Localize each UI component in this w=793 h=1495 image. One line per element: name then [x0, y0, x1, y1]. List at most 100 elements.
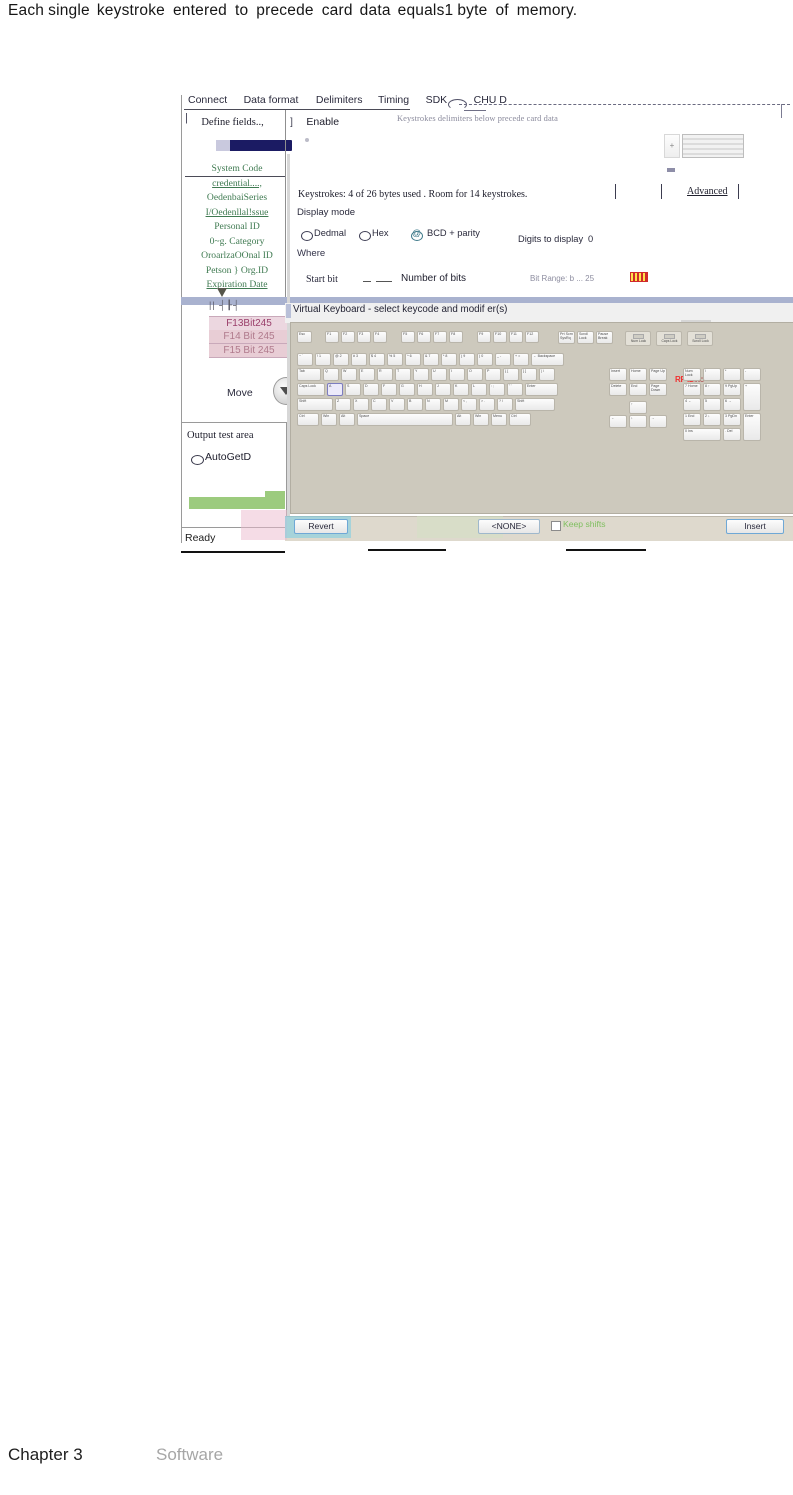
- key-esc[interactable]: Esc: [297, 331, 312, 343]
- field-item-system-code[interactable]: System Code: [185, 162, 289, 177]
- key-home[interactable]: Home: [629, 368, 647, 381]
- key-b[interactable]: B: [407, 398, 423, 411]
- key-win-1[interactable]: Win: [321, 413, 337, 426]
- key-z[interactable]: Z: [335, 398, 351, 411]
- key-o[interactable]: O: [467, 368, 483, 381]
- key-f10[interactable]: F10: [493, 331, 507, 343]
- key-f11[interactable]: F11: [509, 331, 523, 343]
- numpad-6[interactable]: 6 →: [723, 398, 741, 411]
- key-key[interactable]: ? /: [497, 398, 513, 411]
- key-shift-right[interactable]: Shift: [515, 398, 555, 411]
- key-r[interactable]: R: [377, 368, 393, 381]
- key-menu-6[interactable]: Menu: [491, 413, 507, 426]
- digits-to-display-value[interactable]: 0: [588, 234, 593, 244]
- key-key[interactable]: " ': [507, 383, 523, 396]
- key-a[interactable]: A: [327, 383, 343, 396]
- tab-timing[interactable]: Timing: [378, 94, 409, 106]
- key-arrow-left[interactable]: ←: [609, 415, 627, 428]
- key-2[interactable]: @ 2: [333, 353, 349, 366]
- numpad-key[interactable]: -: [743, 368, 761, 381]
- key-pause-break[interactable]: Pause Break: [596, 331, 613, 344]
- field-list[interactable]: System Code credential...., OedenbaiSeri…: [185, 162, 289, 293]
- key-win-5[interactable]: Win: [473, 413, 489, 426]
- tab-data-format[interactable]: Data format: [244, 94, 299, 106]
- key-e[interactable]: E: [359, 368, 375, 381]
- key-f1[interactable]: F1: [325, 331, 339, 343]
- key-9[interactable]: ( 9: [459, 353, 475, 366]
- numpad-1-end[interactable]: 1 End: [683, 413, 701, 426]
- numpad-num-lock[interactable]: Num Lock: [683, 368, 701, 381]
- key-x[interactable]: X: [353, 398, 369, 411]
- key-caps-lock[interactable]: Caps Lock: [297, 383, 325, 396]
- key-v[interactable]: V: [389, 398, 405, 411]
- fbit-row-14[interactable]: F14 Bit 245: [209, 330, 289, 344]
- key-end[interactable]: End: [629, 383, 647, 396]
- key-key[interactable]: | \: [539, 368, 555, 381]
- key-f2[interactable]: F2: [341, 331, 355, 343]
- key-m[interactable]: M: [443, 398, 459, 411]
- field-item-expiration-date[interactable]: Expiration Date: [185, 278, 289, 293]
- key-backspace[interactable]: ← Backspace: [531, 353, 564, 366]
- numpad-4[interactable]: 4 ←: [683, 398, 701, 411]
- key-f6[interactable]: F6: [417, 331, 431, 343]
- key-alt-4[interactable]: Alt: [455, 413, 471, 426]
- tab-sdk[interactable]: SDK: [426, 94, 448, 106]
- numpad-5[interactable]: 5: [703, 398, 721, 411]
- key-tab[interactable]: Tab: [297, 368, 321, 381]
- key-insert[interactable]: Insert: [609, 368, 627, 381]
- key-l[interactable]: L: [471, 383, 487, 396]
- key-key[interactable]: ~ `: [297, 353, 313, 366]
- key-key[interactable]: } ]: [521, 368, 537, 381]
- enable-checkbox-label[interactable]: Enable: [306, 116, 339, 128]
- key-ctrl-7[interactable]: Ctrl: [509, 413, 531, 426]
- field-item-oeden-series[interactable]: OedenbaiSeries: [185, 191, 289, 206]
- key-shift[interactable]: Shift: [297, 398, 333, 411]
- key-u[interactable]: U: [431, 368, 447, 381]
- numpad-3-pgdn[interactable]: 3 PgDn: [723, 413, 741, 426]
- key-key[interactable]: _ -: [495, 353, 511, 366]
- key-arrow-down[interactable]: ↓: [629, 415, 647, 428]
- define-fields-button[interactable]: Define fields..,: [201, 117, 263, 128]
- key-f9[interactable]: F9: [477, 331, 491, 343]
- tab-delimiters[interactable]: Delimiters: [316, 94, 363, 106]
- key-j[interactable]: J: [435, 383, 451, 396]
- key-h[interactable]: H: [417, 383, 433, 396]
- fbit-row-13[interactable]: F13Bit245: [209, 316, 289, 331]
- numpad-del[interactable]: . Del: [723, 428, 741, 441]
- field-item-org-category[interactable]: 0~g. Category: [185, 235, 289, 250]
- radio-bcd-parity[interactable]: [411, 228, 423, 241]
- key-f12[interactable]: F12: [525, 331, 539, 343]
- key-key[interactable]: { [: [503, 368, 519, 381]
- tab-bar[interactable]: Connect Data format Delimiters Timing SD…: [185, 94, 507, 109]
- key-t[interactable]: T: [395, 368, 411, 381]
- key-6[interactable]: ^ 6: [405, 353, 421, 366]
- numpad-enter[interactable]: Enter: [743, 413, 761, 441]
- key-f5[interactable]: F5: [401, 331, 415, 343]
- key-n[interactable]: N: [425, 398, 441, 411]
- key-page-up[interactable]: Page Up: [649, 368, 667, 381]
- key-3[interactable]: # 3: [351, 353, 367, 366]
- radio-hex[interactable]: [359, 231, 371, 241]
- key-key[interactable]: > .: [479, 398, 495, 411]
- radio-decimal[interactable]: [301, 231, 313, 241]
- field-item-credential[interactable]: credential....,: [185, 177, 289, 192]
- field-item-personal-id[interactable]: Personal ID: [185, 220, 289, 235]
- key-g[interactable]: G: [399, 383, 415, 396]
- numpad-8[interactable]: 8 ↑: [703, 383, 721, 396]
- key-space-3[interactable]: Space: [357, 413, 453, 426]
- virtual-keyboard-panel[interactable]: Esc F1 F2 F3 F4 F5 F6 F7 F8 F9 F10 F11 F12 Prt Scrn S…: [290, 322, 793, 514]
- key-7[interactable]: & 7: [423, 353, 439, 366]
- key-arrow-up[interactable]: ↑: [629, 401, 647, 414]
- key-4[interactable]: $ 4: [369, 353, 385, 366]
- key-p[interactable]: P: [485, 368, 501, 381]
- key-arrow-right[interactable]: →: [649, 415, 667, 428]
- key-s[interactable]: S: [345, 383, 361, 396]
- key-f3[interactable]: F3: [357, 331, 371, 343]
- key-d[interactable]: D: [363, 383, 379, 396]
- fbit-row-15[interactable]: F15 Bit 245: [209, 344, 289, 358]
- key-0[interactable]: ) 0: [477, 353, 493, 366]
- key-8[interactable]: * 8: [441, 353, 457, 366]
- advanced-button[interactable]: Advanced: [687, 186, 728, 197]
- key-prt-scrn-sysrq[interactable]: Prt Scrn SysRq: [558, 331, 575, 344]
- key-q[interactable]: Q: [323, 368, 339, 381]
